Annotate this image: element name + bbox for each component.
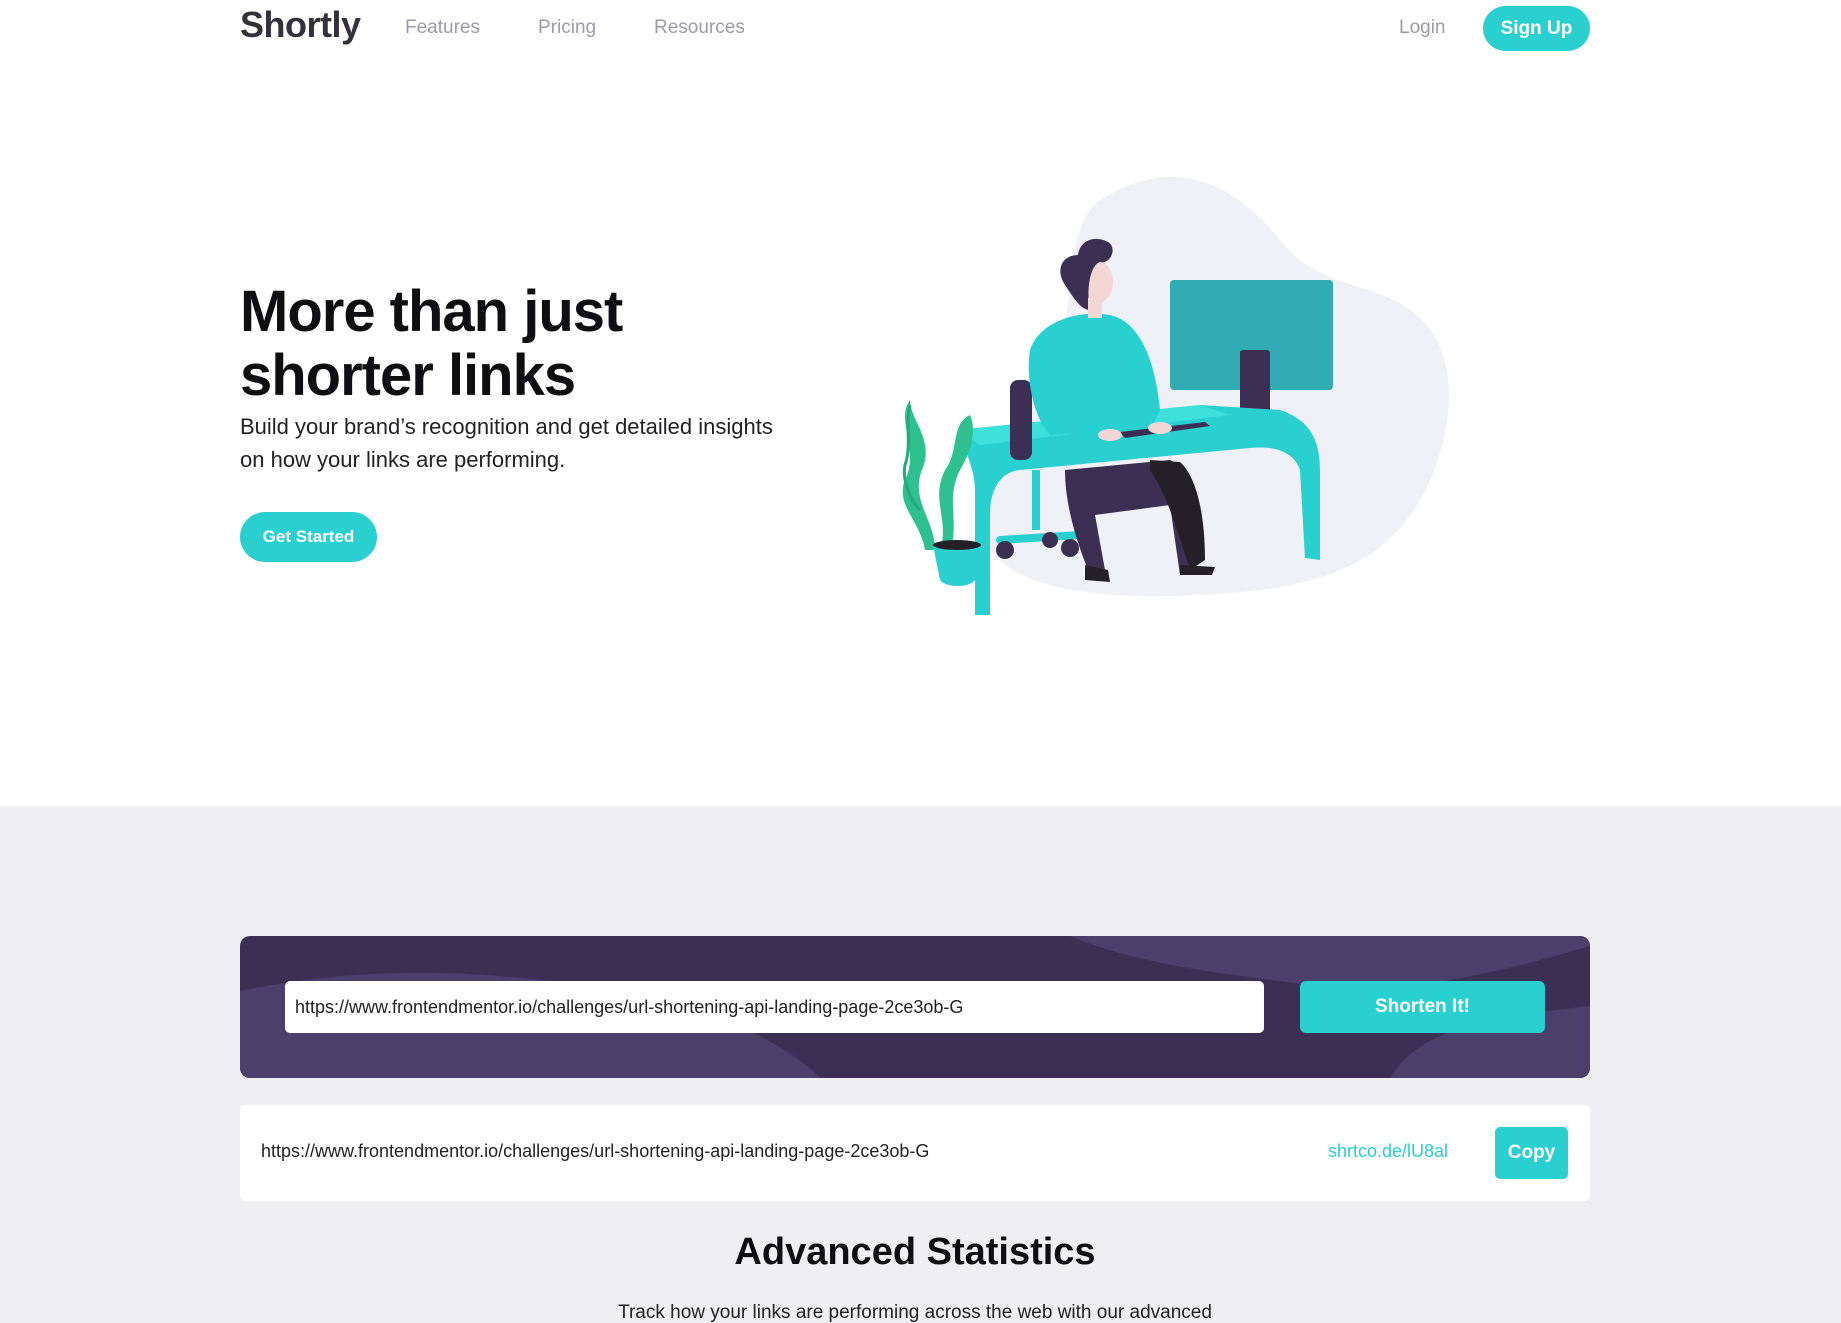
sign-up-button[interactable]: Sign Up [1483, 6, 1590, 51]
hero-title: More than just shorter links [240, 279, 623, 408]
working-illustration [902, 177, 1449, 615]
logo[interactable]: Shortly [240, 4, 361, 46]
statistics-subtitle: Track how your links are performing acro… [618, 1302, 1212, 1323]
original-url: https://www.frontendmentor.io/challenges… [261, 1141, 930, 1161]
get-started-button[interactable]: Get Started [240, 512, 377, 562]
shorten-it-button[interactable]: Shorten It! [1300, 981, 1545, 1033]
shortened-link-row: https://www.frontendmentor.io/challenges… [240, 1105, 1590, 1201]
login-link[interactable]: Login [1399, 17, 1446, 39]
copy-button[interactable]: Copy [1495, 1127, 1568, 1179]
nav-resources-link[interactable]: Resources [654, 17, 745, 39]
site-header: Shortly Features Pricing Resources Login… [0, 0, 1841, 58]
hero-subtitle: Build your brand’s recognition and get d… [240, 414, 773, 472]
statistics-title: Advanced Statistics [734, 1231, 1096, 1273]
nav-features-link[interactable]: Features [405, 17, 480, 39]
short-url-link[interactable]: shrtco.de/lU8al [1328, 1141, 1448, 1162]
nav-pricing-link[interactable]: Pricing [538, 17, 596, 39]
shorten-form: Shorten It! [240, 936, 1590, 1078]
url-input[interactable] [285, 981, 1264, 1033]
